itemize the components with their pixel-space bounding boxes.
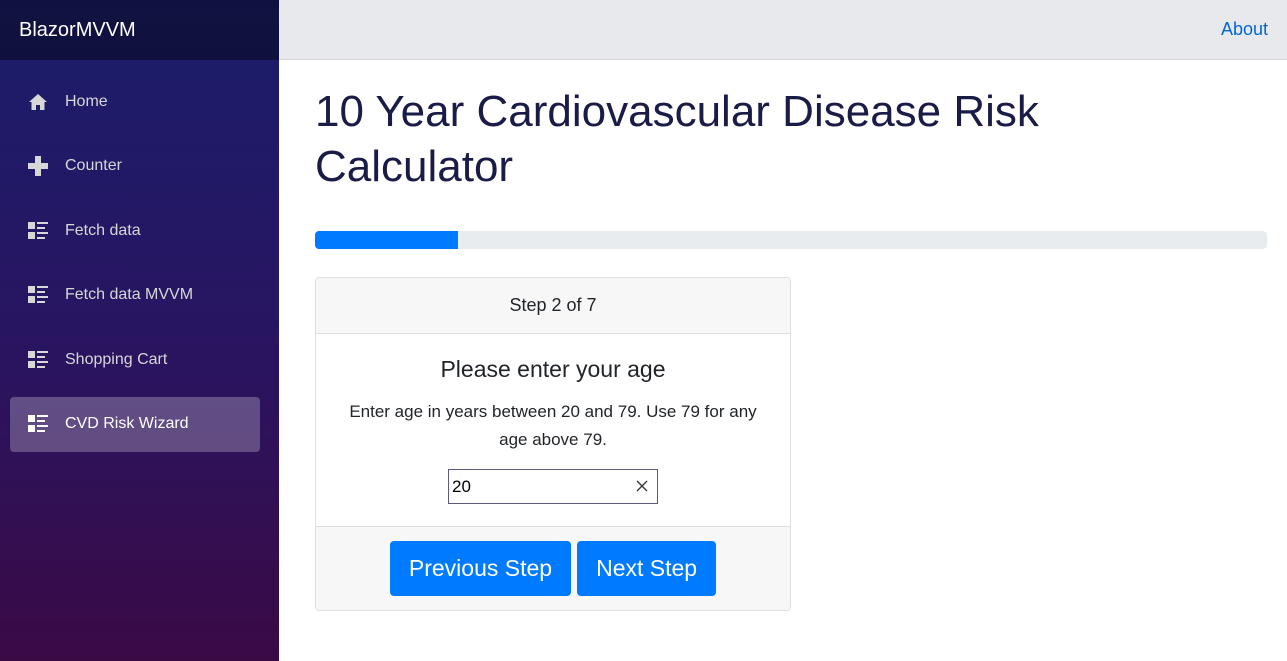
sidebar-item-label: Counter <box>65 157 122 174</box>
step-question: Please enter your age <box>440 356 666 382</box>
sidebar-item-shopping-cart[interactable]: Shopping Cart <box>10 332 260 387</box>
sidebar-item-label: CVD Risk Wizard <box>65 415 189 432</box>
brand-link[interactable]: BlazorMVVM <box>19 19 136 42</box>
sidebar-item-label: Home <box>65 92 108 110</box>
sidebar-item-counter[interactable]: Counter <box>10 139 260 194</box>
wizard-progress <box>315 231 1267 249</box>
list-rich-icon <box>27 349 49 371</box>
progress-bar-fill <box>315 231 458 249</box>
step-indicator: Step 2 of 7 <box>316 278 790 334</box>
nav-menu: Home Counter Fetch data Fetch data MVVM … <box>0 60 279 452</box>
step-description: Enter age in years between 20 and 79. Us… <box>349 402 757 449</box>
sidebar-item-cvd-risk-wizard[interactable]: CVD Risk Wizard <box>10 396 260 452</box>
clear-input-icon[interactable] <box>635 479 649 493</box>
wizard-footer: Previous Step Next Step <box>316 526 790 610</box>
list-rich-icon <box>27 284 49 306</box>
sidebar-item-label: Fetch data <box>65 221 141 239</box>
list-rich-icon <box>27 413 49 435</box>
page-title: 10 Year Cardiovascular Disease Risk Calc… <box>315 87 1039 191</box>
wizard-step-body: Please enter your age Enter age in years… <box>316 334 790 526</box>
sidebar-item-fetch-data[interactable]: Fetch data <box>10 203 260 258</box>
sidebar: BlazorMVVM Home Counter Fetch data Fetch… <box>0 0 279 661</box>
wizard-card: Step 2 of 7 Please enter your age Enter … <box>315 277 791 611</box>
previous-step-button[interactable]: Previous Step <box>389 541 572 596</box>
sidebar-item-label: Fetch data MVVM <box>65 286 194 303</box>
sidebar-item-fetch-data-mvvm[interactable]: Fetch data MVVM <box>10 268 260 323</box>
age-input-wrapper <box>448 469 658 504</box>
main-content: 10 Year Cardiovascular Disease Risk Calc… <box>315 60 1267 611</box>
brand-bar: BlazorMVVM <box>0 0 279 60</box>
list-rich-icon <box>27 220 49 242</box>
about-link[interactable]: About <box>1221 19 1268 40</box>
sidebar-item-home[interactable]: Home <box>10 74 260 129</box>
plus-icon <box>27 155 49 177</box>
age-input[interactable] <box>449 470 657 503</box>
sidebar-item-label: Shopping Cart <box>65 350 168 368</box>
top-row: About <box>279 0 1287 60</box>
home-icon <box>27 91 49 113</box>
next-step-button[interactable]: Next Step <box>577 541 717 596</box>
